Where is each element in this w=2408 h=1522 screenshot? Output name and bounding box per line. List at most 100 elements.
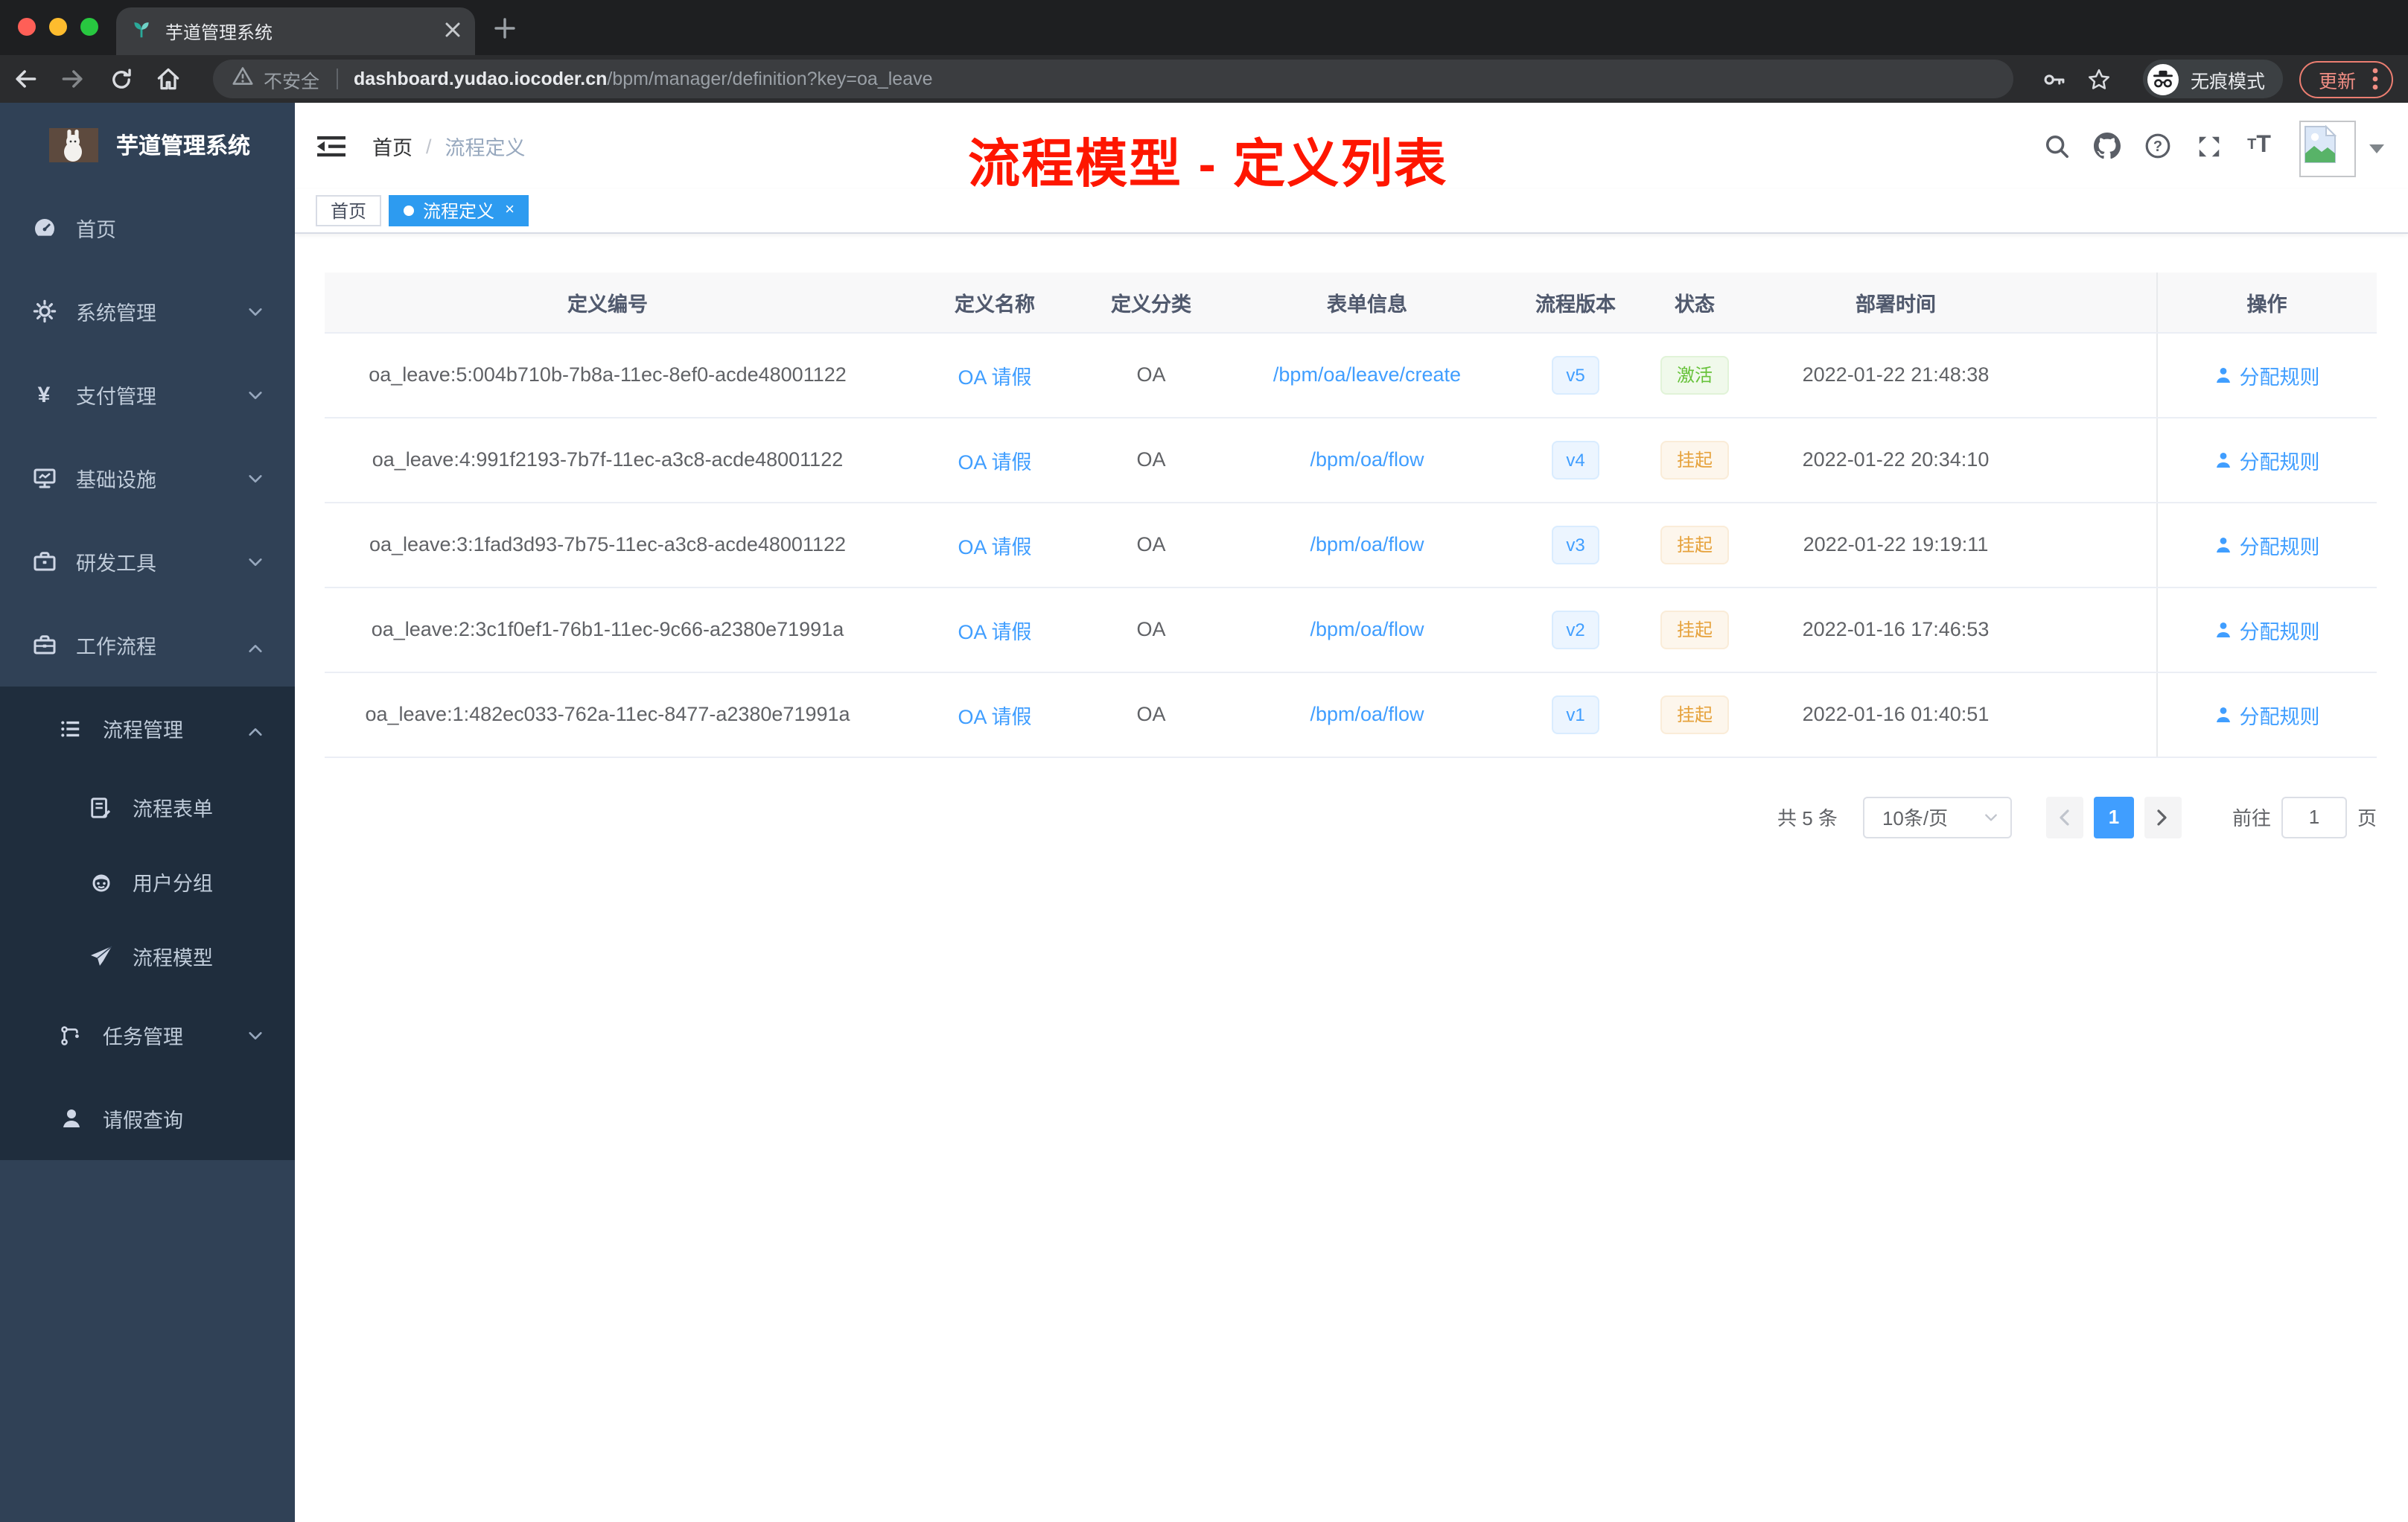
version-badge: v1	[1551, 695, 1600, 733]
app-logo[interactable]: 芋道管理系统	[0, 103, 295, 186]
reload-button[interactable]	[98, 58, 143, 100]
favicon-plant-icon	[131, 17, 152, 45]
tag-home[interactable]: 首页	[316, 195, 382, 226]
tag-process-definition[interactable]: 流程定义 ×	[389, 195, 529, 226]
sidebar-item-task-management[interactable]: 任务管理	[0, 993, 295, 1077]
sidebar-item-label: 请假查询	[103, 1109, 183, 1132]
sidebar-item-payment[interactable]: ¥ 支付管理	[0, 353, 295, 436]
version-badge: v3	[1551, 525, 1600, 564]
assign-rule-button[interactable]: 分配规则	[2214, 614, 2320, 644]
tag-label: 首页	[331, 201, 367, 222]
back-button[interactable]	[3, 58, 48, 100]
url-domain: dashboard.yudao.iocoder.cn	[354, 69, 608, 89]
cell-definition-id: oa_leave:4:991f2193-7b7f-11ec-a3c8-acde4…	[325, 417, 891, 503]
table-row: oa_leave:1:482ec033-762a-11ec-8477-a2380…	[325, 672, 2377, 757]
person-icon	[2216, 707, 2230, 722]
home-button[interactable]	[146, 58, 191, 100]
page-size-select[interactable]: 10条/页	[1862, 796, 2012, 838]
workflow-submenu: 流程管理 流程表单 用户分组 流程模型 任务管理 请假查询	[0, 687, 295, 1160]
avatar-caret-icon[interactable]	[2369, 144, 2384, 153]
definition-name-link[interactable]: OA 请假	[958, 450, 1031, 473]
sidebar-item-process-management[interactable]: 流程管理	[0, 687, 295, 770]
window-minimize-button[interactable]	[49, 18, 67, 36]
table-row: oa_leave:2:3c1f0ef1-76b1-11ec-9c66-a2380…	[325, 587, 2377, 672]
table-header-row: 定义编号 定义名称 定义分类 表单信息 流程版本 状态 部署时间 操作	[325, 273, 2377, 333]
tab-close-icon[interactable]	[445, 18, 460, 45]
assign-rule-button[interactable]: 分配规则	[2214, 445, 2320, 474]
sidebar-item-devtools[interactable]: 研发工具	[0, 520, 295, 603]
form-link[interactable]: /bpm/oa/flow	[1310, 703, 1424, 725]
forward-button[interactable]	[51, 58, 95, 100]
incognito-badge: 无痕模式	[2142, 60, 2283, 98]
assign-rule-button[interactable]: 分配规则	[2214, 360, 2320, 389]
cell-category: OA	[1099, 502, 1203, 588]
sidebar-item-workflow[interactable]: 工作流程	[0, 603, 295, 687]
sidebar-item-user-group[interactable]: 用户分组	[0, 844, 295, 919]
form-link[interactable]: /bpm/oa/flow	[1310, 448, 1424, 471]
column-header: 状态	[1620, 273, 1769, 333]
definition-name-link[interactable]: OA 请假	[958, 705, 1031, 727]
cell-definition-id: oa_leave:3:1fad3d93-7b75-11ec-a3c8-acde4…	[325, 502, 891, 588]
page-url: dashboard.yudao.iocoder.cn/bpm/manager/d…	[354, 69, 933, 89]
github-icon[interactable]	[2082, 121, 2133, 171]
column-header: 定义名称	[891, 273, 1099, 333]
new-tab-button[interactable]	[493, 16, 515, 39]
page-number-current[interactable]: 1	[2093, 796, 2134, 838]
window-zoom-button[interactable]	[80, 18, 98, 36]
avatar[interactable]	[2299, 121, 2356, 177]
security-label: 不安全	[264, 71, 320, 92]
status-badge: 激活	[1660, 355, 1729, 394]
sidebar-item-home[interactable]: 首页	[0, 186, 295, 270]
main-panel: 首页 / 流程定义 流程模型 - 定义列表 ? T T 首页 流程定义 × 定义…	[295, 103, 2408, 1522]
goto-page-input[interactable]	[2281, 796, 2347, 838]
breadcrumb-home[interactable]: 首页	[372, 131, 413, 161]
bookmark-star-icon[interactable]	[2077, 58, 2122, 100]
cell-definition-id: oa_leave:1:482ec033-762a-11ec-8477-a2380…	[325, 672, 891, 757]
tag-label: 流程定义	[423, 201, 495, 222]
form-link[interactable]: /bpm/oa/leave/create	[1273, 363, 1461, 386]
cell-spacer	[2022, 587, 2156, 672]
search-icon[interactable]	[2031, 121, 2082, 171]
fullscreen-icon[interactable]	[2183, 121, 2234, 171]
cell-deploy-time: 2022-01-22 19:19:11	[1769, 502, 2022, 588]
prev-page-button[interactable]	[2045, 796, 2083, 838]
font-size-icon[interactable]: TT	[2234, 121, 2284, 171]
password-key-icon[interactable]	[2033, 58, 2077, 100]
browser-tab[interactable]: 芋道管理系统	[116, 7, 475, 55]
cell-deploy-time: 2022-01-16 01:40:51	[1769, 672, 2022, 757]
sidebar: 芋道管理系统 首页 系统管理 ¥ 支付管理 基础设施 研发工具 工作流程 流程管…	[0, 103, 295, 1522]
person-icon	[2216, 537, 2230, 552]
security-warning-icon[interactable]	[232, 65, 253, 93]
cell-category: OA	[1099, 417, 1203, 503]
page-content: 定义编号 定义名称 定义分类 表单信息 流程版本 状态 部署时间 操作 oa_l…	[295, 234, 2408, 838]
sidebar-collapse-icon[interactable]	[317, 133, 347, 159]
form-link[interactable]: /bpm/oa/flow	[1310, 618, 1424, 640]
sidebar-item-leave-query[interactable]: 请假查询	[0, 1077, 295, 1160]
next-page-button[interactable]	[2144, 796, 2182, 838]
help-icon[interactable]: ?	[2133, 121, 2183, 171]
tag-close-icon[interactable]: ×	[505, 202, 515, 219]
assign-rule-button[interactable]: 分配规则	[2214, 699, 2320, 729]
cell-deploy-time: 2022-01-22 21:48:38	[1769, 332, 2022, 418]
assign-rule-button[interactable]: 分配规则	[2214, 529, 2320, 559]
sidebar-item-infrastructure[interactable]: 基础设施	[0, 436, 295, 520]
menu-dots-icon[interactable]	[2372, 67, 2378, 91]
breadcrumb-current: 流程定义	[445, 137, 526, 159]
window-close-button[interactable]	[18, 18, 36, 36]
active-dot-icon	[404, 206, 415, 216]
definition-name-link[interactable]: OA 请假	[958, 535, 1031, 558]
sidebar-item-process-form[interactable]: 流程表单	[0, 770, 295, 844]
list-icon	[58, 717, 83, 739]
form-link[interactable]: /bpm/oa/flow	[1310, 533, 1424, 555]
address-bar[interactable]: 不安全 dashboard.yudao.iocoder.cn/bpm/manag…	[213, 60, 2013, 98]
sidebar-item-label: 流程表单	[133, 798, 213, 821]
form-icon	[88, 796, 113, 818]
paper-plane-icon	[88, 944, 113, 968]
cell-deploy-time: 2022-01-16 17:46:53	[1769, 587, 2022, 672]
sidebar-item-process-model[interactable]: 流程模型	[0, 919, 295, 993]
logo-rabbit-image	[49, 127, 98, 162]
sidebar-item-system[interactable]: 系统管理	[0, 270, 295, 353]
definition-name-link[interactable]: OA 请假	[958, 620, 1031, 643]
definition-name-link[interactable]: OA 请假	[958, 366, 1031, 388]
browser-update-button[interactable]: 更新	[2299, 60, 2393, 98]
